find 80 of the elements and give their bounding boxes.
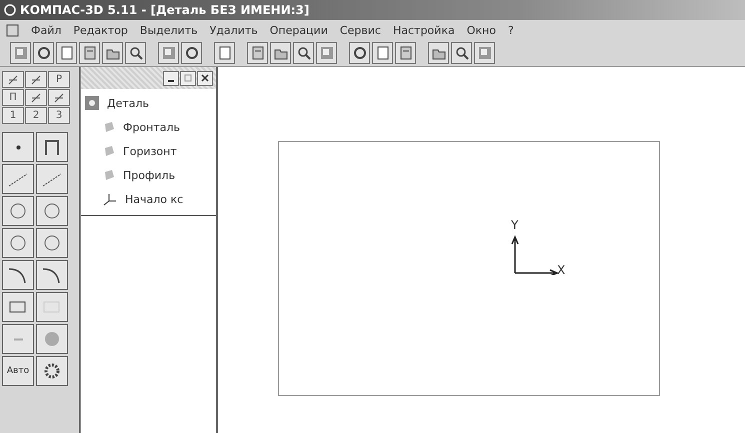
toolbar-button[interactable] — [56, 42, 77, 64]
part-icon — [85, 96, 99, 110]
page-icon — [376, 46, 390, 60]
tree-item[interactable]: Профиль — [123, 168, 176, 182]
menu-item[interactable]: Сервис — [340, 24, 381, 36]
tool-button[interactable] — [36, 292, 68, 322]
menu-item[interactable]: ? — [508, 24, 514, 36]
page-icon — [218, 46, 232, 60]
tool-button[interactable] — [2, 292, 34, 322]
tool-button[interactable] — [2, 132, 34, 162]
menu-item[interactable]: Настройка — [392, 24, 455, 36]
tool-button[interactable] — [36, 260, 68, 290]
toolbar-button[interactable] — [102, 42, 123, 64]
palette-tab[interactable] — [2, 71, 24, 88]
tool-icon — [8, 74, 18, 84]
menu-item[interactable]: Редактор — [73, 24, 128, 36]
dash-icon — [14, 338, 22, 340]
toolbar-button[interactable] — [395, 42, 416, 64]
plane-icon — [103, 145, 115, 157]
toolbar-button[interactable] — [79, 42, 100, 64]
toolbar-button[interactable] — [428, 42, 449, 64]
menu-item[interactable]: Окно — [466, 24, 496, 36]
auto-button[interactable]: Авто — [2, 356, 34, 386]
tool-button[interactable] — [36, 196, 68, 226]
palette-tab[interactable] — [48, 89, 70, 106]
plane-icon — [103, 121, 115, 133]
tool-button[interactable] — [36, 356, 68, 386]
window-title: КОМПАС-3D 5.11 - [Деталь БЕЗ ИМЕНИ:3] — [20, 3, 310, 17]
toolbar-button[interactable] — [214, 42, 235, 64]
menu-item[interactable]: Удалить — [210, 24, 258, 36]
menu-item[interactable]: Выделить — [140, 24, 198, 36]
tool-button[interactable] — [2, 196, 34, 226]
tool-button[interactable] — [36, 164, 68, 194]
axis-label: X — [557, 263, 566, 277]
maximize-icon — [184, 74, 192, 82]
toolbar-button[interactable] — [125, 42, 146, 64]
magnifier-icon — [128, 46, 142, 60]
minimize-button[interactable] — [163, 70, 179, 86]
page-icon — [60, 46, 74, 60]
close-button[interactable] — [197, 70, 213, 86]
tree-item[interactable]: Горизонт — [123, 144, 177, 158]
palette-tab[interactable]: P — [48, 71, 70, 88]
magnifier-icon — [296, 46, 310, 60]
tool-button[interactable] — [36, 132, 68, 162]
toolbar-button[interactable] — [270, 42, 291, 64]
tool-button[interactable] — [36, 228, 68, 258]
palette-tab[interactable]: 1 — [2, 107, 24, 124]
tool-icon — [31, 92, 41, 102]
toolbar-button[interactable] — [293, 42, 314, 64]
toolbar-button[interactable] — [372, 42, 393, 64]
app-icon — [4, 4, 16, 16]
toolbar-button[interactable] — [349, 42, 370, 64]
toolbar-button[interactable] — [181, 42, 202, 64]
tool-icon — [54, 92, 64, 102]
tool-button[interactable] — [36, 324, 68, 354]
palette-tab[interactable]: П — [2, 89, 24, 106]
plane-icon — [103, 169, 115, 181]
tool-icon — [31, 74, 41, 84]
palette-tab[interactable]: 2 — [25, 107, 47, 124]
palette-tab[interactable]: 3 — [48, 107, 70, 124]
tree-item[interactable]: Фронталь — [123, 120, 180, 134]
tool-button[interactable] — [2, 164, 34, 194]
toolbar-button[interactable] — [451, 42, 472, 64]
close-icon — [201, 74, 209, 82]
palette-tab[interactable] — [25, 71, 47, 88]
tool-button[interactable] — [2, 260, 34, 290]
menu-item[interactable]: Файл — [31, 24, 62, 36]
menu-item[interactable]: Операции — [270, 24, 328, 36]
magnifier-icon — [454, 46, 468, 60]
tool-button[interactable] — [2, 228, 34, 258]
toolbar-button[interactable] — [33, 42, 54, 64]
point-icon — [16, 144, 20, 150]
maximize-button[interactable] — [180, 70, 196, 86]
axis-label: Y — [511, 218, 518, 232]
toolbar-button[interactable] — [247, 42, 268, 64]
tree-item[interactable]: Начало кс — [125, 192, 184, 206]
tree-item[interactable]: Деталь — [107, 96, 150, 110]
palette-tab[interactable] — [25, 89, 47, 106]
axes-icon — [103, 192, 117, 206]
tool-button[interactable] — [2, 324, 34, 354]
